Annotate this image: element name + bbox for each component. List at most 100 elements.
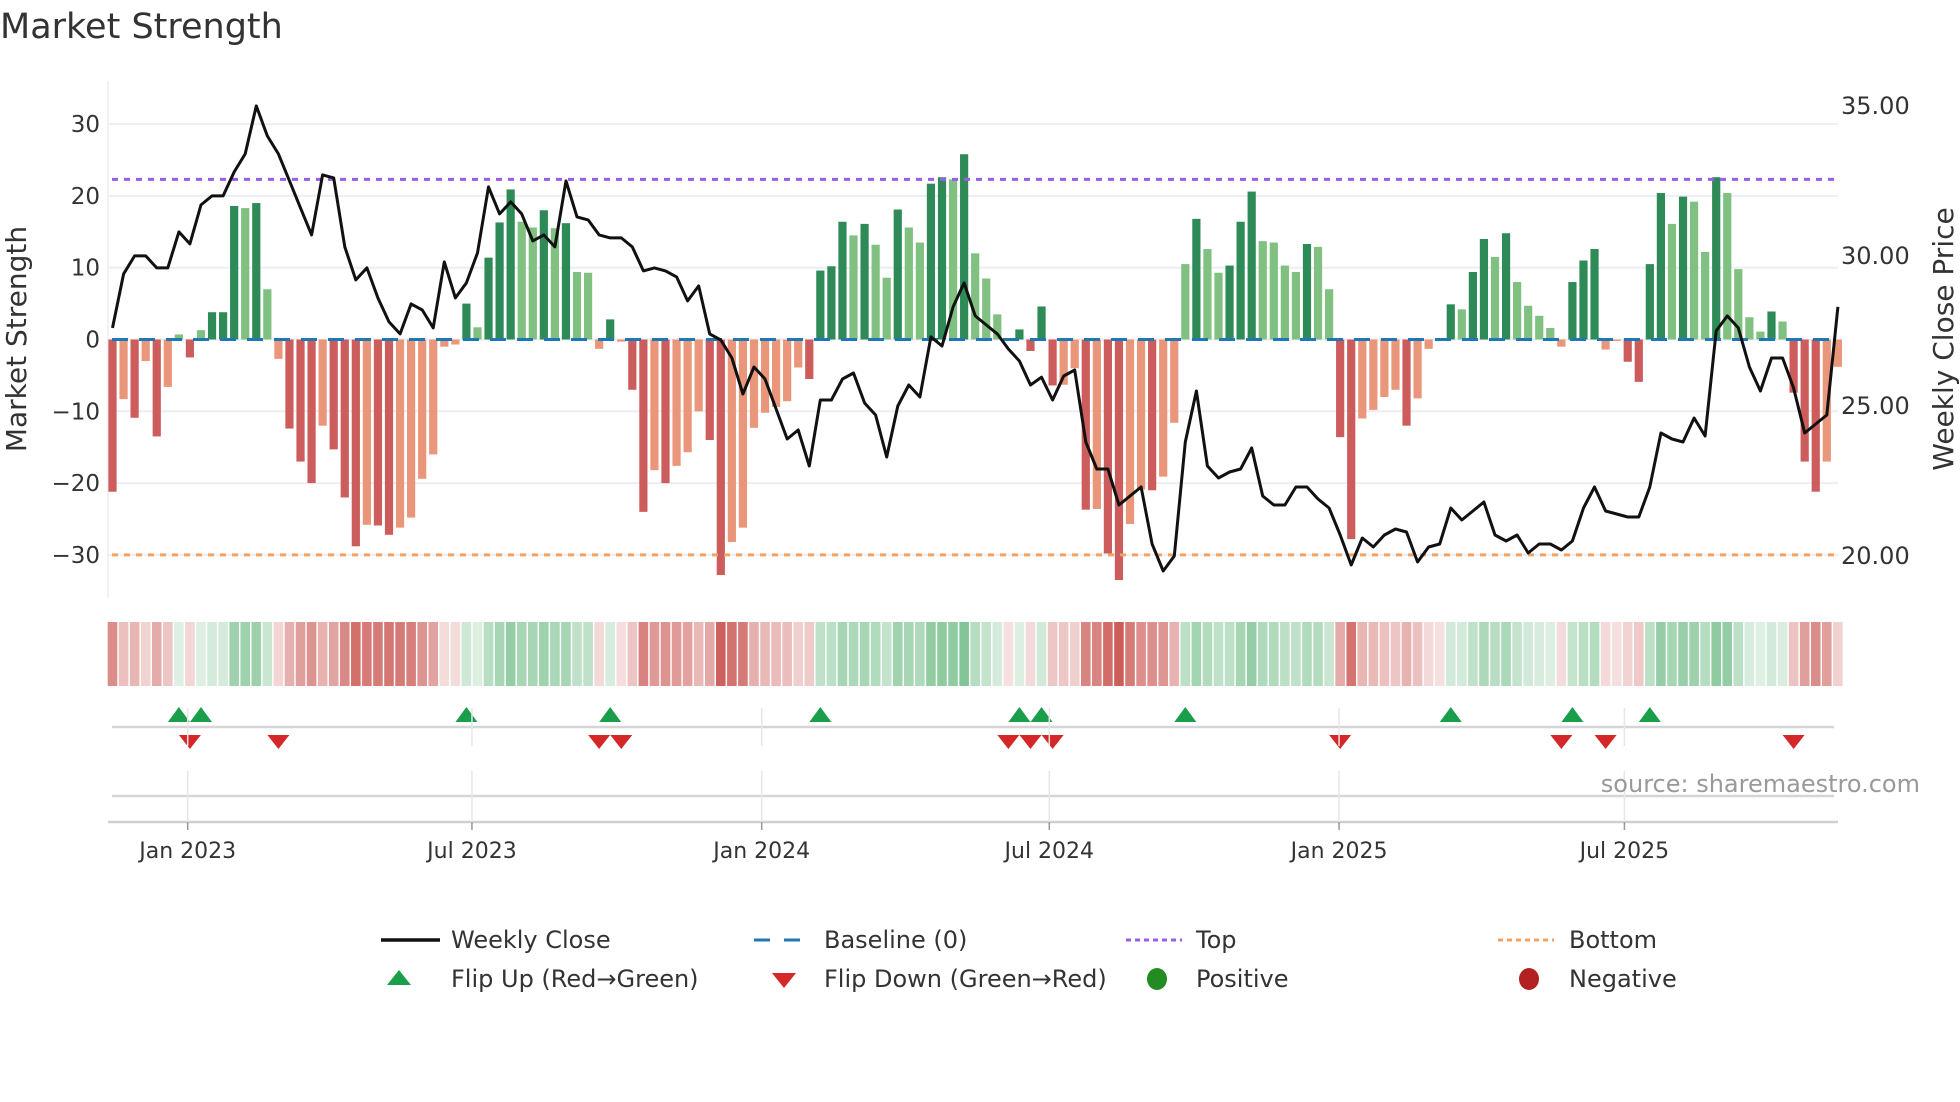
strip-cell-negative [594, 622, 604, 686]
bar-positive [838, 221, 847, 340]
x-tick-label: Jul 2024 [1003, 839, 1095, 864]
triangle-up-icon [387, 970, 411, 985]
bar-positive [849, 235, 858, 340]
strip-cell-negative [1025, 622, 1036, 686]
y2-tick-label: 35.00 [1841, 92, 1910, 120]
bar-positive [1745, 317, 1754, 340]
x-axis-ticks: Jan 2023 Jul 2023 Jan 2024 Jul 2024 Jan 2025… [137, 708, 1669, 864]
bar-negative [141, 339, 150, 362]
bar-positive [1490, 256, 1500, 340]
bar-positive [241, 208, 250, 340]
strip-cell-negative [727, 622, 737, 686]
strip-cell-negative [1047, 622, 1058, 686]
bar-positive [871, 244, 880, 340]
flip-up-marker [1439, 707, 1462, 722]
strip-cell-negative [649, 622, 660, 686]
strip-cell-negative [716, 622, 726, 686]
bar-negative [639, 339, 648, 512]
strip-cell-positive [1744, 622, 1755, 686]
bar-positive [1214, 272, 1223, 340]
legend-item-top: Top [1126, 926, 1237, 954]
bar-negative [628, 339, 637, 390]
strip-cell-negative [107, 622, 118, 686]
x-tick-label: Jan 2025 [1289, 839, 1388, 864]
bar-positive [1302, 243, 1312, 340]
strip-cell-positive [1235, 622, 1246, 686]
strip-cell-negative [1556, 622, 1567, 686]
strip-cell-positive [1445, 622, 1456, 686]
flip-up-marker [1174, 707, 1197, 722]
strip-cell-positive [1689, 622, 1699, 686]
x-tick-label: Jan 2024 [711, 839, 810, 864]
strip-cell-positive [527, 622, 538, 686]
y-tick-label: 0 [85, 328, 100, 354]
strip-cell-negative [406, 622, 416, 686]
strip-cell-negative [351, 622, 361, 686]
bar-positive [583, 272, 593, 340]
strip-cell-negative [1169, 622, 1180, 686]
bar-negative [617, 339, 626, 342]
strip-cell-negative [1125, 622, 1135, 686]
bar-negative [108, 339, 117, 492]
y-tick-label: 30 [71, 112, 100, 138]
strip-cell-positive [1722, 622, 1733, 686]
legend-label: Negative [1569, 965, 1677, 993]
strip-cell-positive [207, 622, 217, 686]
x-tick-label: Jan 2023 [137, 839, 236, 864]
legend-label: Positive [1196, 965, 1289, 993]
strip-cell-negative [129, 622, 140, 686]
bar-negative [1402, 339, 1411, 426]
bar-negative [362, 339, 371, 525]
bar-negative [1070, 339, 1079, 369]
strip-cell-positive [1313, 622, 1323, 686]
bar-positive [827, 266, 836, 340]
legend-label: Baseline (0) [824, 926, 967, 954]
strip-cell-positive [472, 622, 483, 686]
strip-cell-negative [771, 622, 781, 686]
strip-cell-negative [1114, 622, 1124, 686]
legend: Weekly Close Baseline (0) Top Bottom Fli… [381, 926, 1677, 993]
bar-positive [484, 257, 493, 340]
strip-cell-positive [494, 622, 505, 686]
flip-down-marker [1041, 735, 1064, 749]
bar-positive [495, 222, 504, 340]
strip-cell-positive [892, 622, 903, 686]
strip-cell-negative [1357, 622, 1368, 686]
strip-cell-negative [306, 622, 317, 686]
bar-positive [1678, 196, 1688, 340]
bar-negative [1103, 339, 1112, 554]
legend-item-positive: Positive [1147, 965, 1289, 993]
strip-cell-positive [1755, 622, 1766, 686]
legend-item-weekly-close: Weekly Close [381, 926, 611, 954]
strip-cell-positive [826, 622, 837, 686]
strip-cell-positive [229, 622, 239, 686]
bar-negative [772, 339, 781, 407]
strip-cell-positive [1656, 622, 1666, 686]
strip-cell-positive [1014, 622, 1025, 686]
strip-cell-positive [1700, 622, 1710, 686]
strip-cell-positive [837, 622, 848, 686]
strip-cell-positive [505, 622, 516, 686]
bar-positive [1579, 260, 1588, 340]
strip-cell-negative [151, 622, 162, 686]
bar-negative [395, 339, 405, 528]
bar-negative [1092, 339, 1101, 509]
strip-cell-positive [1302, 622, 1312, 686]
strip-cell-positive [1191, 622, 1202, 686]
bar-positive [539, 210, 548, 340]
y2-tick-label: 30.00 [1841, 242, 1910, 270]
strip-cell-negative [1335, 622, 1345, 686]
strip-cell-negative [284, 622, 295, 686]
bar-positive [1015, 329, 1024, 340]
bar-negative [1358, 339, 1367, 419]
strip-cell-negative [373, 622, 383, 686]
flip-down-marker [1550, 735, 1573, 749]
bar-positive [462, 303, 471, 340]
strip-cell-positive [815, 622, 826, 686]
strip-cell-positive [1512, 622, 1522, 686]
strip-cell-positive [251, 622, 262, 686]
bar-negative [373, 339, 383, 526]
bar-negative [1391, 339, 1400, 390]
bar-negative [296, 339, 305, 462]
strip-cell-positive [1269, 622, 1279, 686]
